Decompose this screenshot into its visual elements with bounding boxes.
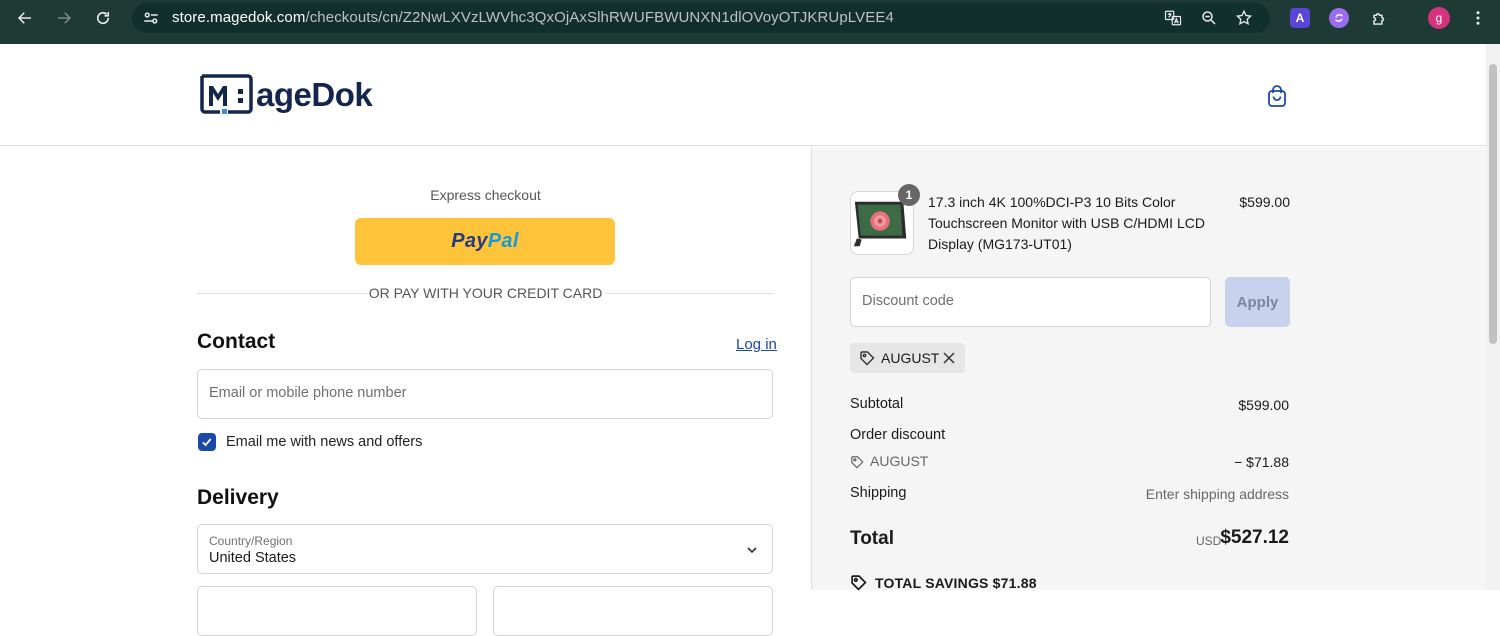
extension-a-letter: A [1295,11,1305,25]
page-scrollbar[interactable] [1486,44,1500,590]
subtotal-value: $599.00 [1238,397,1289,413]
discount-code-label: AUGUST [870,453,929,469]
checkmark-icon [202,438,212,447]
tag-icon [859,350,875,366]
paypal-text-part1: Pay [451,230,488,252]
logo-mark-icon [200,74,253,114]
discount-value: − $71.88 [1234,454,1289,470]
checkout-form: Express checkout Pay Pal OR PAY WITH YOUR… [0,147,811,636]
magedok-logo[interactable]: ageDok [198,72,373,118]
discount-placeholder: Discount code [862,293,954,309]
extension-swirl-icon[interactable] [1329,8,1349,28]
payment-divider: OR PAY WITH YOUR CREDIT CARD [197,285,774,301]
first-name-field[interactable] [197,586,477,636]
total-currency: USD [1196,534,1222,548]
login-link[interactable]: Log in [736,336,777,353]
total-savings: TOTAL SAVINGS $71.88 [875,575,1037,591]
extensions-puzzle-icon[interactable] [1369,8,1389,28]
reload-icon[interactable] [89,4,117,32]
last-name-field[interactable] [493,586,773,636]
url-path: /checkouts/cn/Z2NwLXVzLWVhc3QxOjAxSlhRWU… [305,9,894,26]
paypal-text-part2: Pal [487,230,519,252]
cart-bag-icon[interactable] [1266,84,1288,108]
browser-menu-icon[interactable] [1468,8,1488,28]
applied-code-text: AUGUST [881,350,940,366]
savings-tag-icon [850,574,867,591]
discount-tag-icon [850,455,864,469]
site-header: ageDok [0,44,1486,146]
applied-discount-chip: AUGUST [850,343,965,373]
paypal-button[interactable]: Pay Pal [355,218,615,265]
newsletter-checkbox[interactable] [198,433,216,451]
browser-toolbar: store.magedok.com/checkouts/cn/Z2NwLXVzL… [0,0,1500,44]
delivery-heading: Delivery [197,486,279,509]
shipping-value: Enter shipping address [1145,486,1289,502]
country-value: United States [209,550,297,566]
url-host: store.magedok.com [172,9,306,26]
divider-text: OR PAY WITH YOUR CREDIT CARD [368,285,603,301]
country-select[interactable]: Country/Region United States [197,524,773,574]
order-summary: 1 17.3 inch 4K 100%DCI-P3 10 Bits Color … [811,147,1486,591]
total-label: Total [850,528,894,549]
site-info-icon[interactable] [142,9,160,27]
profile-avatar[interactable]: g [1428,7,1450,29]
order-discount-label: Order discount [850,427,946,443]
newsletter-label[interactable]: Email me with news and offers [226,434,422,450]
scrollbar-thumb[interactable] [1489,64,1497,344]
email-field[interactable]: Email or mobile phone number [197,369,773,419]
logo-text: ageDok [256,76,373,113]
country-label: Country/Region [209,534,293,548]
remove-discount-icon[interactable] [942,351,956,365]
product-name: 17.3 inch 4K 100%DCI-P3 10 Bits Color To… [928,194,1205,252]
back-icon[interactable] [11,4,39,32]
contact-heading: Contact [197,330,276,353]
address-bar[interactable]: store.magedok.com/checkouts/cn/Z2NwLXVzL… [132,3,1270,33]
email-placeholder: Email or mobile phone number [209,385,407,401]
bookmark-star-icon[interactable] [1234,8,1254,28]
translate-icon[interactable] [1163,8,1183,28]
subtotal-label: Subtotal [850,396,904,412]
profile-initial: g [1435,11,1443,25]
discount-code-field[interactable]: Discount code [850,277,1211,327]
express-checkout-label: Express checkout [430,187,541,203]
forward-icon[interactable] [50,4,78,32]
extension-a-icon[interactable]: A [1290,8,1310,28]
url-text: store.magedok.com/checkouts/cn/Z2NwLXVzL… [172,9,894,26]
quantity-badge: 1 [898,184,920,206]
total-value: $527.12 [1220,527,1289,548]
zoom-icon[interactable] [1199,8,1219,28]
shipping-label: Shipping [850,485,907,501]
product-price: $599.00 [1239,194,1290,210]
apply-button[interactable]: Apply [1225,277,1290,327]
chevron-down-icon [745,543,759,557]
